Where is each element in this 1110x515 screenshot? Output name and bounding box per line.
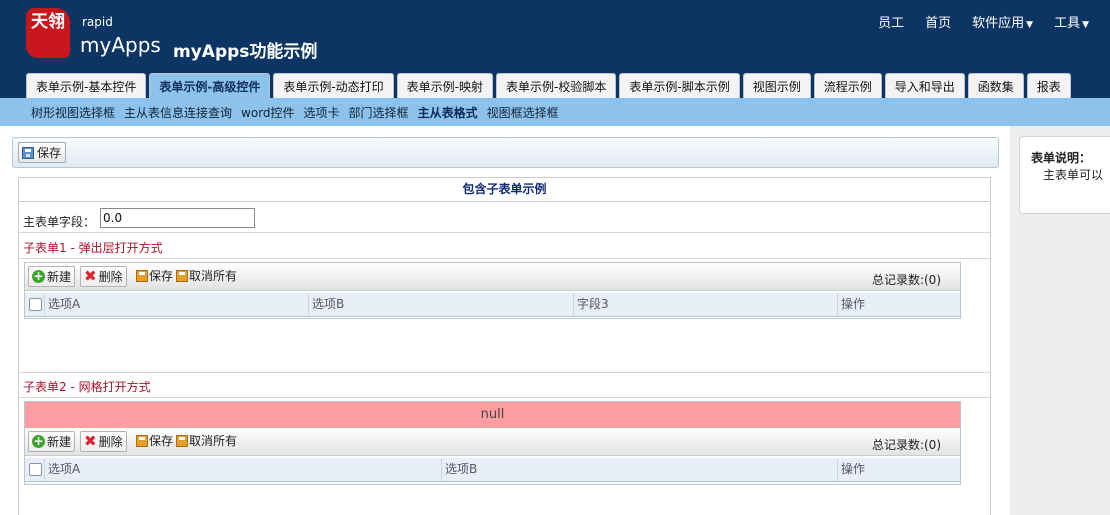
column-header[interactable]: 字段3	[573, 293, 609, 316]
form-title: 包含子表单示例	[19, 178, 990, 202]
subform2-new-button[interactable]: + 新建	[28, 431, 76, 452]
form-description-text: 主表单可以	[1043, 168, 1104, 182]
select-all-checkbox[interactable]	[29, 463, 42, 476]
sub-nav-master-detail-query[interactable]: 主从表信息连接查询	[124, 104, 232, 121]
subform2-grid: null + 新建 ✖ 删除 保存 取消所有 总记录数:(0) 选项A 选项B …	[24, 401, 961, 485]
top-nav-apps[interactable]: 软件应用 ▼	[972, 12, 1033, 31]
top-nav-home-label: 首页	[925, 16, 952, 31]
tab-form-advanced[interactable]: 表单示例-高级控件	[149, 73, 271, 99]
top-nav-home[interactable]: 首页	[925, 12, 951, 31]
new-button-label: 新建	[47, 270, 72, 284]
main-field-input[interactable]	[100, 208, 255, 228]
brand-name: myApps	[80, 33, 161, 57]
top-nav-employee[interactable]: 员工	[878, 12, 904, 31]
new-button-label: 新建	[47, 435, 72, 449]
main-field-row: 主表单字段：	[19, 202, 990, 233]
main-tabs: 表单示例-基本控件 表单示例-高级控件 表单示例-动态打印 表单示例-映射 表单…	[26, 73, 1074, 99]
subform1-save-button[interactable]: 保存	[136, 267, 173, 284]
subform1-title: 子表单1 - 弹出层打开方式	[23, 241, 163, 255]
tab-form-basic[interactable]: 表单示例-基本控件	[26, 73, 147, 99]
app-title: myApps功能示例	[173, 42, 318, 62]
tab-import-export[interactable]: 导入和导出	[884, 73, 965, 99]
subform2-record-count: 总记录数:(0)	[871, 438, 941, 452]
sub-nav: 树形视图选择框 主从表信息连接查询 word控件 选项卡 部门选择框 主从表格式…	[0, 98, 1110, 126]
chevron-down-icon: ▼	[1026, 20, 1034, 30]
subform2-toolbar: + 新建 ✖ 删除 保存 取消所有 总记录数:(0)	[25, 428, 960, 456]
top-nav-apps-label: 软件应用	[972, 16, 1025, 31]
chevron-down-icon: ▼	[1082, 20, 1089, 30]
tab-form-script[interactable]: 表单示例-脚本示例	[619, 73, 740, 99]
right-panel: 表单说明： 主表单可以	[1010, 126, 1110, 515]
subform1-grid: + 新建 ✖ 删除 保存 取消所有 总记录数:(0) 选项A 选项B 字段3 操…	[24, 262, 961, 319]
add-icon: +	[32, 269, 45, 283]
subform2-delete-button[interactable]: ✖ 删除	[80, 431, 127, 452]
app-window: 天翎 rapid myApps myApps功能示例 员工 首页 软件应用 ▼ 工…	[0, 0, 1110, 515]
main-toolbar: 保存	[12, 137, 999, 168]
cancel-icon	[176, 434, 188, 447]
tab-workflow[interactable]: 流程示例	[813, 73, 882, 99]
save-icon	[22, 146, 34, 159]
sub-nav-word-control[interactable]: word控件	[241, 104, 295, 121]
tab-report[interactable]: 报表	[1026, 73, 1071, 99]
sub-nav-master-detail-format[interactable]: 主从表格式	[418, 104, 478, 121]
save-button[interactable]: 保存	[18, 142, 67, 163]
subform1-grid-header: 选项A 选项B 字段3 操作	[25, 293, 960, 317]
add-icon: +	[32, 434, 45, 448]
subform1-cancel-all-button[interactable]: 取消所有	[176, 267, 237, 284]
form-container: 包含子表单示例 主表单字段： 子表单1 - 弹出层打开方式 + 新建 ✖ 删除 …	[18, 177, 991, 515]
column-header: 操作	[837, 293, 865, 316]
delete-button-label: 删除	[98, 270, 123, 284]
sub-nav-tabs[interactable]: 选项卡	[304, 104, 340, 121]
save-label: 保存	[149, 434, 174, 448]
cancel-all-label: 取消所有	[189, 269, 238, 283]
save-icon	[136, 434, 148, 447]
save-icon	[136, 269, 148, 282]
cancel-all-label: 取消所有	[189, 434, 238, 448]
tab-form-print[interactable]: 表单示例-动态打印	[273, 73, 394, 99]
column-header[interactable]: 选项A	[44, 293, 80, 316]
subform1-new-button[interactable]: + 新建	[28, 266, 76, 287]
subform2-grid-header: 选项A 选项B 操作	[25, 458, 960, 482]
divider	[19, 372, 990, 373]
cancel-icon	[176, 269, 188, 282]
column-header[interactable]: 选项A	[44, 458, 80, 481]
delete-button-label: 删除	[98, 435, 123, 449]
column-header: 操作	[837, 458, 865, 481]
select-all-checkbox[interactable]	[29, 298, 42, 311]
subform1-record-count: 总记录数:(0)	[871, 273, 941, 287]
delete-icon: ✖	[84, 432, 97, 450]
top-nav-employee-label: 员工	[878, 16, 905, 31]
tab-form-mapping[interactable]: 表单示例-映射	[396, 73, 494, 99]
save-button-label: 保存	[37, 146, 62, 160]
subform2-cancel-all-button[interactable]: 取消所有	[176, 432, 237, 449]
column-header[interactable]: 选项B	[441, 458, 477, 481]
divider	[19, 397, 990, 398]
sub-nav-tree-select[interactable]: 树形视图选择框	[31, 104, 115, 121]
form-description-title: 表单说明：	[1031, 151, 1092, 165]
divider	[19, 258, 990, 259]
top-nav-tools[interactable]: 工具 ▼	[1054, 12, 1089, 31]
subform1-toolbar: + 新建 ✖ 删除 保存 取消所有 总记录数:(0)	[25, 263, 960, 291]
brand-subtitle: rapid	[82, 15, 113, 29]
save-label: 保存	[149, 269, 174, 283]
subform2-save-button[interactable]: 保存	[136, 432, 173, 449]
tab-functions[interactable]: 函数集	[967, 73, 1024, 99]
delete-icon: ✖	[84, 267, 97, 285]
header: 天翎 rapid myApps myApps功能示例 员工 首页 软件应用 ▼ 工…	[0, 0, 1110, 99]
column-header[interactable]: 选项B	[308, 293, 344, 316]
top-nav-tools-label: 工具	[1054, 16, 1081, 31]
subform1-delete-button[interactable]: ✖ 删除	[80, 266, 127, 287]
logo: 天翎	[26, 8, 70, 58]
null-message-bar: null	[25, 402, 960, 428]
top-nav: 员工 首页 软件应用 ▼ 工具 ▼	[878, 12, 1110, 31]
tab-view[interactable]: 视图示例	[742, 73, 811, 99]
subform2-title: 子表单2 - 网格打开方式	[23, 380, 151, 394]
tab-form-validation[interactable]: 表单示例-校验脚本	[496, 73, 617, 99]
main-field-label: 主表单字段：	[23, 215, 96, 229]
sub-nav-view-select[interactable]: 视图框选择框	[487, 104, 559, 121]
sub-nav-dept-select[interactable]: 部门选择框	[349, 104, 409, 121]
